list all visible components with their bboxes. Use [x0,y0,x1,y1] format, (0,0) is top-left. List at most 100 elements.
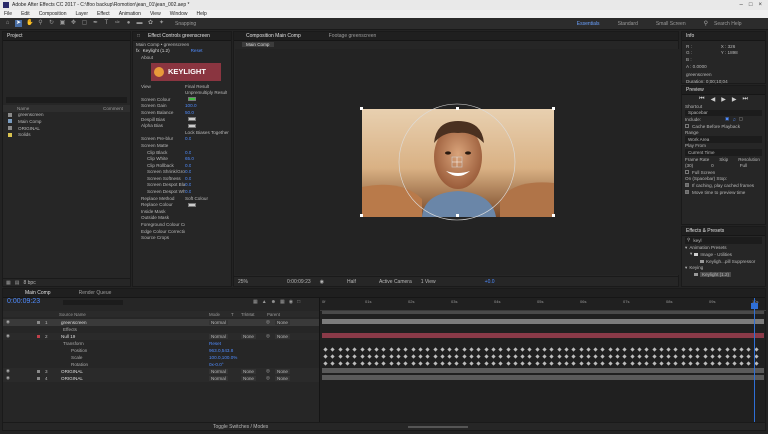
keyframe-icon[interactable] [337,347,343,352]
effect-property-row[interactable]: Inside Mask [133,208,231,215]
keyframe-icon[interactable] [659,361,664,366]
keyframe-icon[interactable] [389,347,394,352]
zoom-tool-icon[interactable]: ⚲ [37,20,44,27]
property-value[interactable]: 963.0,543.8 [209,348,233,353]
property-value[interactable]: 0x-0.0° [209,362,224,367]
first-frame-icon[interactable]: ⏮ [699,96,704,103]
parent-pickwhip-icon[interactable]: ◎ [266,368,270,374]
keyframe-icon[interactable] [739,361,744,366]
tree-item[interactable]: Keylight (1.2) [682,271,765,278]
effect-property-row[interactable]: Lock Biases Together [133,129,231,136]
keyframe-icon[interactable] [454,361,460,366]
keyframe-icon[interactable] [432,361,438,366]
column-name[interactable]: Name [7,106,103,111]
keyframe-icon[interactable] [491,361,496,366]
tree-item[interactable]: ▾ Image - Utilities [682,251,765,258]
keyframe-icon[interactable] [330,347,335,352]
list-item[interactable]: greenscreen [3,112,130,119]
keyframe-icon[interactable] [542,354,547,359]
table-row[interactable]: Scale 100.0,100.0% [3,354,319,361]
keyframe-icon[interactable] [608,361,613,366]
keyframe-icon[interactable] [586,361,591,366]
property-value[interactable]: 0.0 [185,169,191,174]
keyframe-icon[interactable] [578,354,584,359]
keyframe-icon[interactable] [345,361,350,366]
rotate-tool-icon[interactable]: ↻ [48,20,55,27]
mode-dropdown[interactable]: Normal [209,319,228,325]
keyframe-icon[interactable] [345,354,350,359]
home-icon[interactable]: ⌂ [4,20,11,27]
keyframe-icon[interactable] [367,361,372,366]
close-button[interactable]: × [758,2,762,8]
next-frame-icon[interactable]: ▶ [732,96,737,103]
views-dropdown[interactable]: 1 View [421,279,436,285]
effect-property-row[interactable]: Outside Mask [133,215,231,222]
keyframe-icon[interactable] [447,347,452,352]
comp-canvas[interactable] [235,49,679,275]
keyframe-icon[interactable] [491,347,496,352]
tab-preview[interactable]: Preview [686,87,704,93]
property-value[interactable]: 0.0 [185,150,191,155]
keyframe-icon[interactable] [622,361,627,366]
property-name[interactable]: Effects [63,327,77,332]
keyframe-icon[interactable] [483,361,489,366]
search-icon[interactable]: ⚲ [704,20,708,27]
frame-blending-icon[interactable]: ▦ [280,299,285,305]
column-source-name[interactable]: Source Name [59,312,86,317]
brush-tool-icon[interactable]: ✑ [114,20,121,27]
keyframe-icon[interactable] [556,361,562,366]
keyframe-icon[interactable] [410,347,416,352]
tree-item[interactable]: ▾ Keying [682,264,765,271]
list-item[interactable]: ORIGINAL [3,125,130,132]
trkmat-dropdown[interactable]: None [241,368,256,374]
keyframe-icon[interactable] [359,347,365,352]
previous-frame-icon[interactable]: ◀ [711,96,716,103]
keyframe-icon[interactable] [717,347,722,352]
interpret-footage-icon[interactable]: ▦ [6,280,11,286]
keyframe-icon[interactable] [666,347,671,352]
keyframe-icon[interactable] [505,361,511,366]
column-trkmat[interactable]: TrkMat [241,312,255,317]
keyframe-icon[interactable] [695,347,700,352]
effect-property-row[interactable]: Screen Balance 50.0 [133,109,231,116]
property-name[interactable]: Transform [63,341,84,346]
effect-property-row[interactable]: Edge Colour Correction [133,228,231,235]
property-value[interactable]: Final Result [185,84,209,89]
keyframe-icon[interactable] [418,361,423,366]
snapping-checkbox[interactable]: Snapping [175,21,196,27]
comp-flowchart-icon[interactable]: ▦ [253,299,258,305]
keyframe-icon[interactable] [608,347,613,352]
type-tool-icon[interactable]: T [103,20,110,27]
rectangle-tool-icon[interactable]: ▢ [81,20,88,27]
keyframe-icon[interactable] [527,361,533,366]
keyframe-icon[interactable] [549,347,554,352]
keyframe-icon[interactable] [462,361,467,366]
keyframe-icon[interactable] [666,361,671,366]
tab-footage[interactable]: Footage greenscreen [329,33,377,39]
keyframe-icon[interactable] [571,361,576,366]
property-value[interactable]: 0.0 [185,189,191,194]
keyframe-icon[interactable] [615,361,620,366]
workspace-small-screen[interactable]: Small Screen [656,21,686,27]
property-value[interactable]: 0.0 [185,136,191,141]
keyframe-icon[interactable] [359,354,365,359]
property-value[interactable]: 0.0 [185,182,191,187]
hand-tool-icon[interactable]: ✋ [26,20,33,27]
keyframe-icon[interactable] [440,361,445,366]
keyframe-icon[interactable] [681,361,686,366]
property-value[interactable]: Soft Colour [185,196,208,201]
property-value[interactable]: Lock Biases Together [185,130,229,135]
zoom-slider[interactable] [408,426,469,428]
keyframe-icon[interactable] [644,354,649,359]
effect-property-row[interactable]: Despill Bias [133,116,231,123]
keyframe-icon[interactable] [381,347,387,352]
keyframe-icon[interactable] [396,361,401,366]
parent-dropdown[interactable]: None [275,333,290,339]
effect-property-row[interactable]: Screen Despot White0.0 [133,188,231,195]
table-row[interactable]: ◉ 4 ORIGINAL Normal None ◎ None [3,375,319,382]
keyframe-icon[interactable] [724,354,730,359]
reset-link[interactable]: Reset [191,48,203,53]
table-row[interactable]: ◉ 2 Null 19 Normal None ◎ None [3,333,319,340]
effect-property-row[interactable]: View Final Result [133,83,231,90]
keyframe-icon[interactable] [337,361,343,366]
